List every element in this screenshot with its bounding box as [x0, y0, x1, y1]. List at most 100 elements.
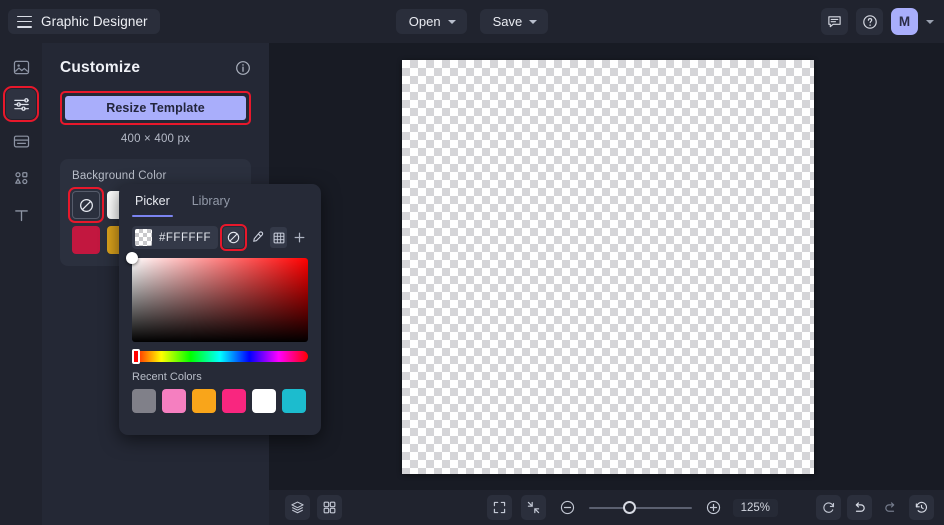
tab-library[interactable]: Library	[192, 184, 230, 217]
design-canvas[interactable]	[402, 60, 814, 474]
comment-icon	[828, 16, 841, 28]
eyedropper-icon	[252, 231, 263, 242]
zoom-out-icon	[560, 500, 575, 515]
recent-colors-label: Recent Colors	[132, 371, 202, 383]
hue-slider-knob[interactable]	[132, 349, 140, 364]
app-root: Graphic Designer Open Save M Customize R…	[0, 0, 944, 525]
history-icon	[915, 501, 927, 513]
recent-cyan-swatch[interactable]	[282, 389, 306, 413]
bottom-toolbar: 125%	[269, 490, 944, 525]
avatar-initial: M	[898, 14, 911, 29]
no-color-swatch[interactable]	[72, 191, 100, 219]
save-menu-label: Save	[492, 14, 523, 29]
eyedropper-button[interactable]	[249, 227, 265, 248]
text-icon	[14, 209, 28, 221]
tab-picker-label: Picker	[135, 193, 170, 208]
left-icon-rail	[0, 43, 42, 525]
recent-white-swatch[interactable]	[252, 389, 276, 413]
recent-gray-swatch[interactable]	[132, 389, 156, 413]
avatar[interactable]: M	[891, 8, 918, 35]
open-menu-button[interactable]: Open	[395, 9, 467, 34]
hue-slider[interactable]	[132, 349, 308, 364]
palette-grid-icon	[273, 232, 284, 243]
layers-button[interactable]	[285, 495, 310, 520]
picker-no-color-button[interactable]	[223, 227, 245, 248]
avatar-chevron-down-icon[interactable]	[926, 19, 934, 24]
history-button[interactable]	[909, 495, 934, 520]
refresh-button[interactable]	[816, 495, 841, 520]
sidebar-item-layout[interactable]	[6, 126, 36, 156]
resize-template-button[interactable]: Resize Template	[65, 96, 246, 120]
shapes-icon	[14, 171, 27, 184]
open-menu-label: Open	[408, 14, 441, 29]
help-circle-icon	[862, 14, 877, 29]
zoom-slider[interactable]	[589, 500, 692, 516]
top-toolbar: Graphic Designer	[0, 0, 944, 43]
panel-header: Customize	[60, 59, 251, 77]
bottom-right-group: 125%	[732, 495, 934, 520]
color-picker-popup: Picker Library #FFFFFF Recent Colors	[119, 184, 321, 435]
recent-pink-swatch[interactable]	[162, 389, 186, 413]
hex-input[interactable]: #FFFFFF	[132, 226, 219, 249]
resize-template-label: Resize Template	[106, 101, 205, 115]
palette-grid-button[interactable]	[270, 227, 287, 248]
add-color-button[interactable]	[292, 227, 308, 248]
tab-library-label: Library	[191, 193, 230, 208]
saturation-value-area[interactable]	[126, 252, 308, 342]
sidebar-item-customize[interactable]	[3, 86, 39, 122]
refresh-icon	[823, 502, 835, 513]
sidebar-item-text[interactable]	[6, 200, 36, 230]
bottom-left-group	[285, 495, 342, 520]
current-color-preview-swatch	[135, 229, 152, 246]
save-menu-button[interactable]: Save	[479, 9, 549, 34]
top-right-group: M	[821, 0, 934, 43]
background-color-label: Background Color	[72, 170, 167, 182]
zoom-out-button[interactable]	[555, 495, 580, 520]
sliders-icon	[13, 97, 29, 111]
redo-button[interactable]	[878, 495, 903, 520]
zoom-in-icon	[706, 500, 721, 515]
tab-picker[interactable]: Picker	[132, 184, 173, 217]
redo-icon	[885, 502, 895, 512]
layers-icon	[291, 501, 304, 514]
recent-orange-swatch[interactable]	[192, 389, 216, 413]
crimson-swatch[interactable]	[72, 226, 100, 254]
grid-view-button[interactable]	[317, 495, 342, 520]
help-button[interactable]	[856, 8, 883, 35]
image-icon	[13, 60, 29, 74]
hex-input-row: #FFFFFF	[132, 224, 308, 251]
canvas-area	[269, 43, 944, 490]
chevron-down-icon	[447, 20, 456, 24]
fit-to-screen-icon	[493, 501, 506, 514]
grid-view-icon	[323, 501, 336, 514]
picker-no-color-highlight	[220, 224, 248, 251]
layout-icon	[13, 135, 29, 147]
hamburger-menu-icon[interactable]	[17, 15, 32, 28]
chevron-down-icon	[529, 20, 538, 24]
recent-colors-row	[132, 389, 308, 413]
zoom-slider-knob[interactable]	[623, 501, 636, 514]
sidebar-item-shapes[interactable]	[6, 163, 36, 193]
hex-value: #FFFFFF	[159, 231, 212, 244]
info-circle-icon[interactable]	[235, 60, 251, 76]
saturation-value-knob[interactable]	[126, 252, 138, 264]
zoom-in-button[interactable]	[701, 495, 726, 520]
shrink-button[interactable]	[521, 495, 546, 520]
undo-icon	[855, 502, 865, 512]
undo-button[interactable]	[847, 495, 872, 520]
resize-template-highlight: Resize Template	[60, 91, 251, 125]
canvas-dimensions-label: 400 × 400 px	[120, 133, 191, 145]
app-title: Graphic Designer	[41, 14, 148, 29]
zoom-slider-track	[589, 506, 692, 509]
no-color-icon	[227, 231, 240, 244]
no-color-icon	[79, 198, 93, 212]
comment-button[interactable]	[821, 8, 848, 35]
page-title: Customize	[60, 59, 141, 76]
recent-magenta-swatch[interactable]	[222, 389, 246, 413]
fit-to-screen-button[interactable]	[487, 495, 512, 520]
sidebar-item-image[interactable]	[6, 52, 36, 82]
plus-icon	[294, 232, 305, 243]
zoom-level-label[interactable]: 125%	[732, 498, 778, 517]
app-title-chip[interactable]: Graphic Designer	[8, 9, 160, 34]
picker-tabs: Picker Library	[132, 184, 308, 217]
